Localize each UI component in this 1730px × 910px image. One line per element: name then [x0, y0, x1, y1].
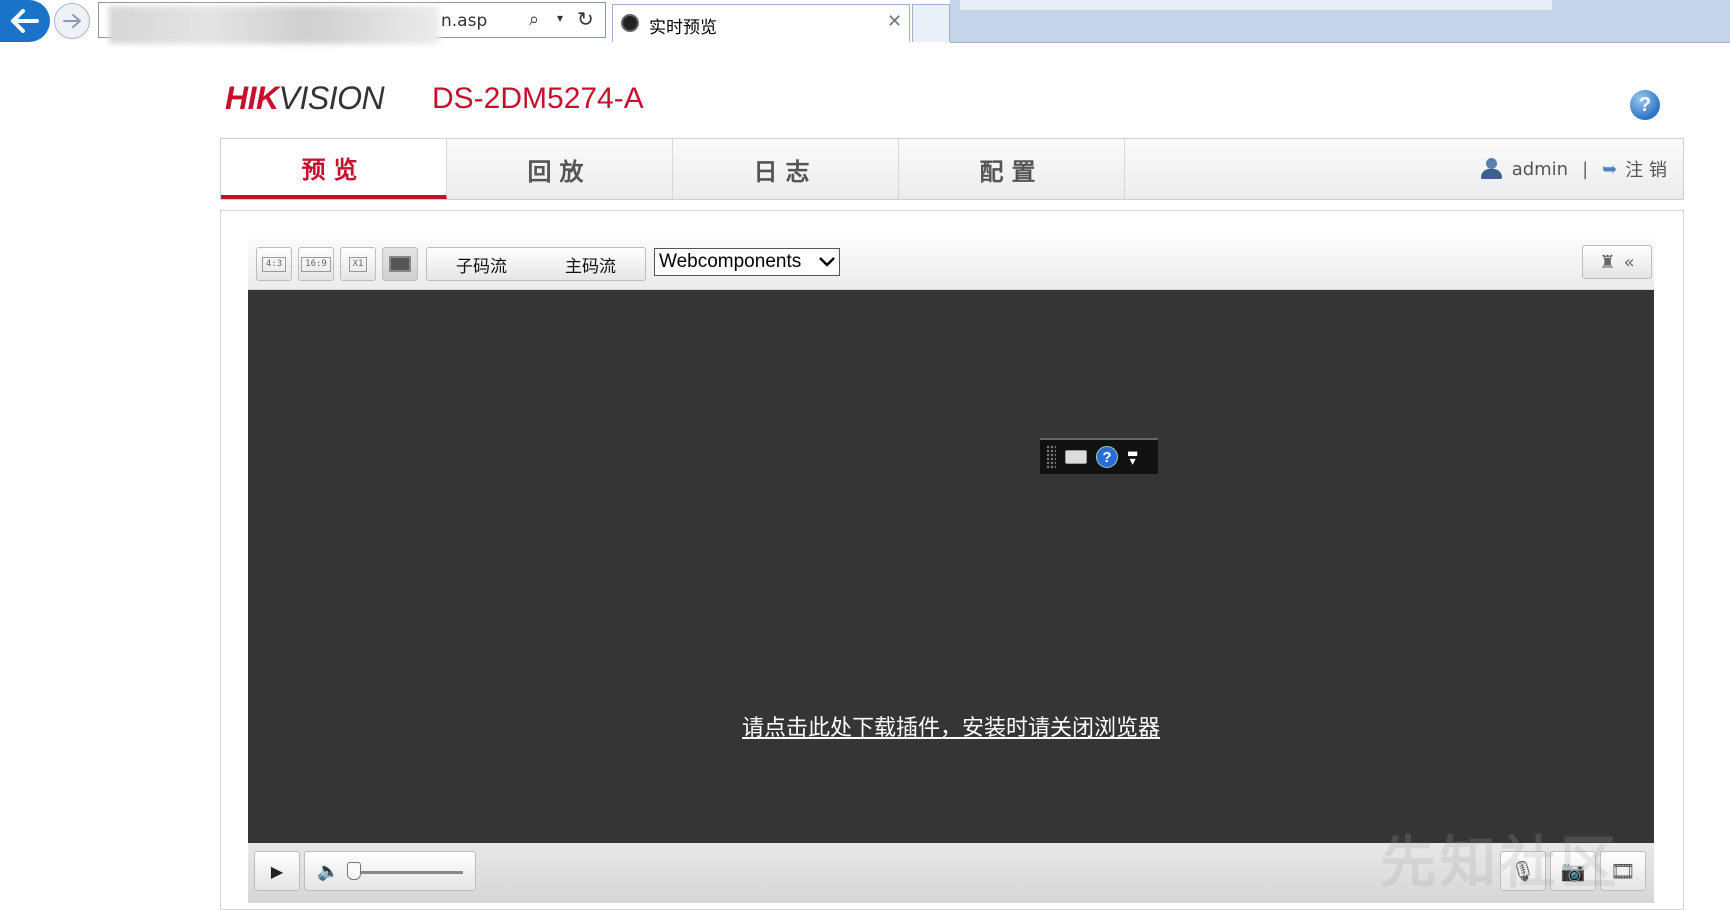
- refresh-icon[interactable]: ↻: [577, 7, 594, 31]
- device-model: DS-2DM5274-A: [432, 82, 644, 115]
- menu-icon[interactable]: ▬ ▾: [1127, 447, 1138, 467]
- ptz-icon: ♜: [1599, 251, 1616, 273]
- floating-plugin-toolbar[interactable]: ? ▬ ▾: [1040, 438, 1158, 474]
- arrow-right-icon: [63, 14, 81, 28]
- address-redacted: [109, 6, 439, 44]
- main-nav: 预览 回放 日志 配置 admin | ➥ 注 销: [220, 138, 1684, 200]
- volume-slider-thumb[interactable]: [347, 862, 361, 880]
- search-icon[interactable]: ⌕: [529, 9, 539, 30]
- original-size-button[interactable]: X1: [340, 247, 376, 281]
- tab-title: 实时预览: [649, 18, 717, 38]
- forward-button[interactable]: [54, 3, 90, 39]
- back-button[interactable]: [0, 0, 50, 42]
- user-area: admin | ➥ 注 销: [1480, 139, 1667, 199]
- browser-tab-strip-highlight: [960, 0, 1552, 10]
- help-icon[interactable]: ?: [1630, 90, 1660, 120]
- separator: |: [1582, 158, 1589, 180]
- main-stream-button[interactable]: 主码流: [536, 248, 645, 280]
- logout-icon[interactable]: ➥: [1602, 159, 1617, 180]
- plugin-select[interactable]: Webcomponents: [654, 248, 840, 276]
- brand-logo: HIKVISION: [225, 80, 385, 116]
- logout-link[interactable]: 注 销: [1625, 156, 1667, 182]
- browser-chrome: n.asp ⌕ ▾ ↻ 实时预览 ✕: [0, 0, 1730, 44]
- tab-playback[interactable]: 回放: [447, 139, 673, 199]
- close-icon[interactable]: ✕: [887, 11, 902, 32]
- download-plugin-link[interactable]: 请点击此处下载插件，安装时请关闭浏览器: [248, 710, 1654, 742]
- chevron-down-icon: [819, 257, 835, 267]
- keyboard-icon[interactable]: [1065, 450, 1087, 464]
- play-icon: ▶: [270, 861, 284, 881]
- tab-log[interactable]: 日志: [673, 139, 899, 199]
- sub-stream-button[interactable]: 子码流: [427, 248, 536, 280]
- address-text: n.asp: [441, 11, 488, 31]
- video-area[interactable]: ? ▬ ▾ 请点击此处下载插件，安装时请关闭浏览器: [248, 290, 1654, 843]
- double-chevron-left-icon: «: [1623, 251, 1635, 273]
- fit-window-icon: [389, 256, 411, 272]
- volume-slider-track[interactable]: [355, 871, 463, 874]
- grip-icon[interactable]: [1046, 445, 1056, 469]
- play-button[interactable]: ▶: [254, 851, 300, 891]
- new-tab-button[interactable]: [912, 4, 950, 42]
- plugin-select-value: Webcomponents: [659, 251, 802, 272]
- arrow-left-icon: [11, 9, 39, 33]
- user-icon: [1480, 158, 1502, 180]
- preview-toolbar: 4:3 16:9 X1 子码流 主码流 Webcomponents ♜ «: [248, 239, 1654, 290]
- watermark: 先知社区: [1380, 831, 1620, 896]
- browser-tab[interactable]: 实时预览 ✕: [612, 4, 910, 42]
- volume-control: 🔈: [304, 851, 476, 891]
- dropdown-arrow-icon[interactable]: ▾: [557, 11, 563, 25]
- aspect-16-9-button[interactable]: 16:9: [298, 247, 334, 281]
- help-icon[interactable]: ?: [1096, 446, 1118, 468]
- fit-window-button[interactable]: [382, 247, 418, 281]
- tab-config[interactable]: 配置: [899, 139, 1125, 199]
- volume-icon[interactable]: 🔈: [317, 861, 339, 882]
- ptz-panel-toggle[interactable]: ♜ «: [1582, 245, 1652, 279]
- aspect-4-3-button[interactable]: 4:3: [256, 247, 292, 281]
- camera-favicon-icon: [621, 14, 639, 32]
- tab-preview[interactable]: 预览: [221, 139, 447, 199]
- stream-switch: 子码流 主码流: [426, 247, 646, 281]
- username: admin: [1511, 158, 1569, 180]
- address-bar[interactable]: n.asp ⌕ ▾ ↻: [98, 2, 606, 44]
